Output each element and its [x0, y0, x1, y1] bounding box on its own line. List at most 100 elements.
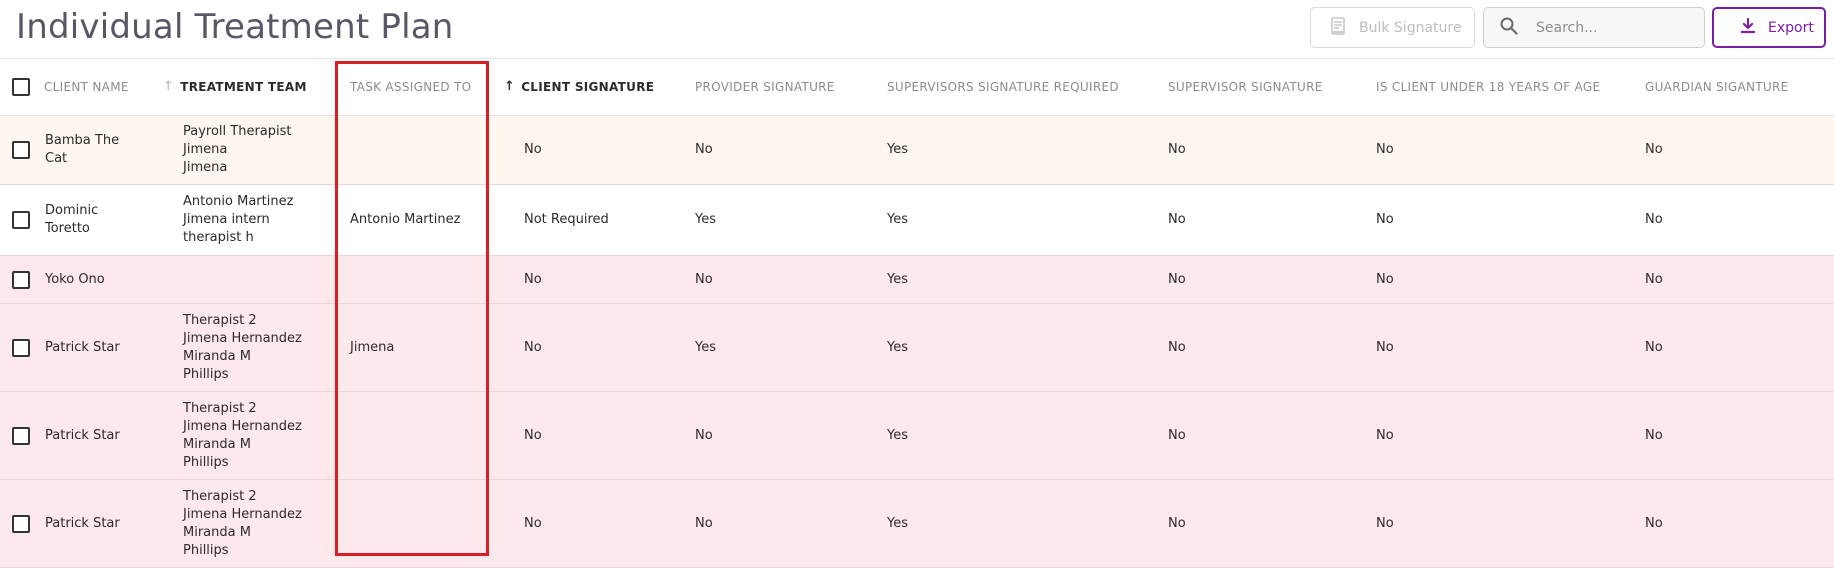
cell-client-name: Patrick Star [45, 304, 120, 391]
cell-client-signature-value: No [524, 142, 542, 157]
cell-treatment-team-line: Phillips [183, 542, 229, 558]
cell-task-assigned-to: Jimena [350, 304, 394, 391]
cell-supervisors-signature-required-value: Yes [887, 271, 908, 287]
header-guardian-signature[interactable]: GUARDIAN SIGANTURE [1645, 59, 1788, 115]
cell-supervisor-signature-value: No [1168, 427, 1186, 443]
table-row[interactable]: Patrick Star Therapist 2 Jimena Hernandez M… [0, 304, 1834, 392]
cell-supervisor-signature: No [1168, 392, 1186, 479]
signature-document-icon [1331, 16, 1345, 39]
table-row[interactable]: Dominic Toretto Antonio Martinez Jimena int… [0, 185, 1834, 256]
cell-treatment-team-line: Miranda M [183, 348, 251, 364]
cell-client-name-line: Bamba The [45, 133, 120, 148]
export-button[interactable]: Export [1712, 7, 1826, 48]
cell-guardian-signature: No [1645, 392, 1663, 479]
cell-client-signature: No [524, 304, 542, 391]
cell-is-client-under-18-value: No [1376, 427, 1394, 443]
cell-guardian-signature-value: No [1645, 212, 1663, 227]
row-checkbox[interactable] [12, 141, 30, 159]
cell-client-name-line: Patrick Star [45, 515, 120, 531]
cell-provider-signature-value: Yes [695, 339, 716, 355]
row-checkbox[interactable] [12, 211, 30, 229]
cell-treatment-team-line: Jimena Hernandez [183, 506, 302, 522]
table-row[interactable]: Patrick Star Therapist 2 Jimena Hernandez M… [0, 392, 1834, 480]
cell-supervisors-signature-required: Yes [887, 185, 908, 255]
cell-treatment-team-line: Therapist 2 [183, 488, 257, 504]
cell-treatment-team-line: Therapist 2 [183, 400, 257, 416]
header-task-assigned-to[interactable]: TASK ASSIGNED TO [350, 59, 471, 115]
cell-treatment-team-line: Antonio Martinez [183, 194, 294, 209]
cell-client-signature-value: Not Required [524, 212, 609, 227]
cell-guardian-signature-value: No [1645, 142, 1663, 157]
cell-provider-signature: No [695, 480, 713, 567]
cell-client-signature-value: No [524, 427, 542, 443]
cell-supervisors-signature-required: Yes [887, 304, 908, 391]
cell-guardian-signature: No [1645, 304, 1663, 391]
export-label: Export [1768, 19, 1814, 36]
row-select-cell [12, 304, 30, 391]
cell-guardian-signature: No [1645, 480, 1663, 567]
row-checkbox[interactable] [12, 338, 30, 357]
cell-supervisor-signature-value: No [1168, 339, 1186, 355]
cell-guardian-signature: No [1645, 185, 1663, 255]
cell-supervisors-signature-required-value: Yes [887, 427, 908, 443]
table-row[interactable]: Yoko Ono No No Yes No No No [0, 256, 1834, 304]
cell-supervisors-signature-required: Yes [887, 256, 908, 303]
cell-task-assigned-to: Antonio Martinez [350, 185, 460, 255]
header-is-client-under-18[interactable]: IS CLIENT UNDER 18 YEARS OF AGE [1376, 59, 1600, 115]
cell-client-name-line: Dominic [45, 203, 99, 218]
cell-supervisor-signature-value: No [1168, 271, 1186, 287]
cell-supervisor-signature: No [1168, 480, 1186, 567]
header-provider-signature[interactable]: PROVIDER SIGNATURE [695, 59, 835, 115]
search-box[interactable] [1483, 7, 1705, 48]
cell-supervisors-signature-required-value: Yes [887, 142, 908, 157]
cell-client-name-line: Cat [45, 151, 68, 166]
cell-guardian-signature-value: No [1645, 339, 1663, 355]
cell-provider-signature-value: Yes [695, 212, 716, 227]
table-row[interactable]: Patrick Star Therapist 2 Jimena Hernandez M… [0, 480, 1834, 568]
row-select-cell [12, 185, 30, 255]
cell-client-name: Dominic Toretto [45, 185, 98, 255]
cell-supervisors-signature-required-value: Yes [887, 515, 908, 531]
header-client-signature[interactable]: ↑ CLIENT SIGNATURE [504, 59, 654, 115]
cell-supervisors-signature-required: Yes [887, 392, 908, 479]
cell-supervisors-signature-required: Yes [887, 116, 908, 184]
cell-guardian-signature-value: No [1645, 271, 1663, 287]
page-title: Individual Treatment Plan [16, 7, 454, 47]
cell-provider-signature: No [695, 256, 713, 303]
header-client-name[interactable]: CLIENT NAME [44, 59, 129, 115]
bulk-signature-label: Bulk Signature [1359, 19, 1462, 36]
cell-guardian-signature: No [1645, 116, 1663, 184]
row-select-cell [12, 480, 30, 567]
select-all-checkbox[interactable] [12, 78, 30, 96]
table-row[interactable]: Bamba The Cat Payroll Therapist Jimena Jimen… [0, 116, 1834, 185]
row-checkbox[interactable] [12, 426, 30, 445]
cell-supervisor-signature: No [1168, 116, 1186, 184]
cell-client-signature: No [524, 480, 542, 567]
table-header: CLIENT NAME ↑ TREATMENT TEAM TASK ASSIGN… [0, 59, 1834, 116]
cell-is-client-under-18: No [1376, 480, 1394, 567]
cell-task-assigned-to-value: Jimena [350, 339, 395, 355]
cell-is-client-under-18: No [1376, 116, 1394, 184]
header-treatment-team[interactable]: ↑ TREATMENT TEAM [163, 59, 307, 115]
cell-supervisor-signature-value: No [1168, 515, 1186, 531]
cell-provider-signature: No [695, 392, 713, 479]
cell-client-name-line: Patrick Star [45, 339, 120, 355]
cell-client-name: Bamba The Cat [45, 116, 119, 184]
cell-treatment-team: Therapist 2 Jimena Hernandez Miranda M Phil… [183, 392, 302, 479]
cell-client-signature-value: No [524, 271, 542, 287]
header-supervisor-signature[interactable]: SUPERVISOR SIGNATURE [1168, 59, 1323, 115]
row-checkbox[interactable] [12, 270, 30, 289]
cell-treatment-team: Payroll Therapist Jimena Jimena [183, 116, 292, 184]
header-supervisors-signature-required[interactable]: SUPERVISORS SIGNATURE REQUIRED [887, 59, 1119, 115]
cell-guardian-signature-value: No [1645, 515, 1663, 531]
cell-client-name: Patrick Star [45, 480, 120, 567]
cell-supervisor-signature-value: No [1168, 212, 1186, 227]
row-checkbox[interactable] [12, 514, 30, 533]
search-input[interactable] [1534, 18, 1688, 37]
cell-is-client-under-18: No [1376, 185, 1394, 255]
bulk-signature-button[interactable]: Bulk Signature [1310, 7, 1475, 48]
cell-supervisor-signature: No [1168, 256, 1186, 303]
cell-is-client-under-18-value: No [1376, 142, 1394, 157]
cell-treatment-team-line: Miranda M [183, 524, 251, 540]
cell-supervisors-signature-required-value: Yes [887, 212, 908, 227]
